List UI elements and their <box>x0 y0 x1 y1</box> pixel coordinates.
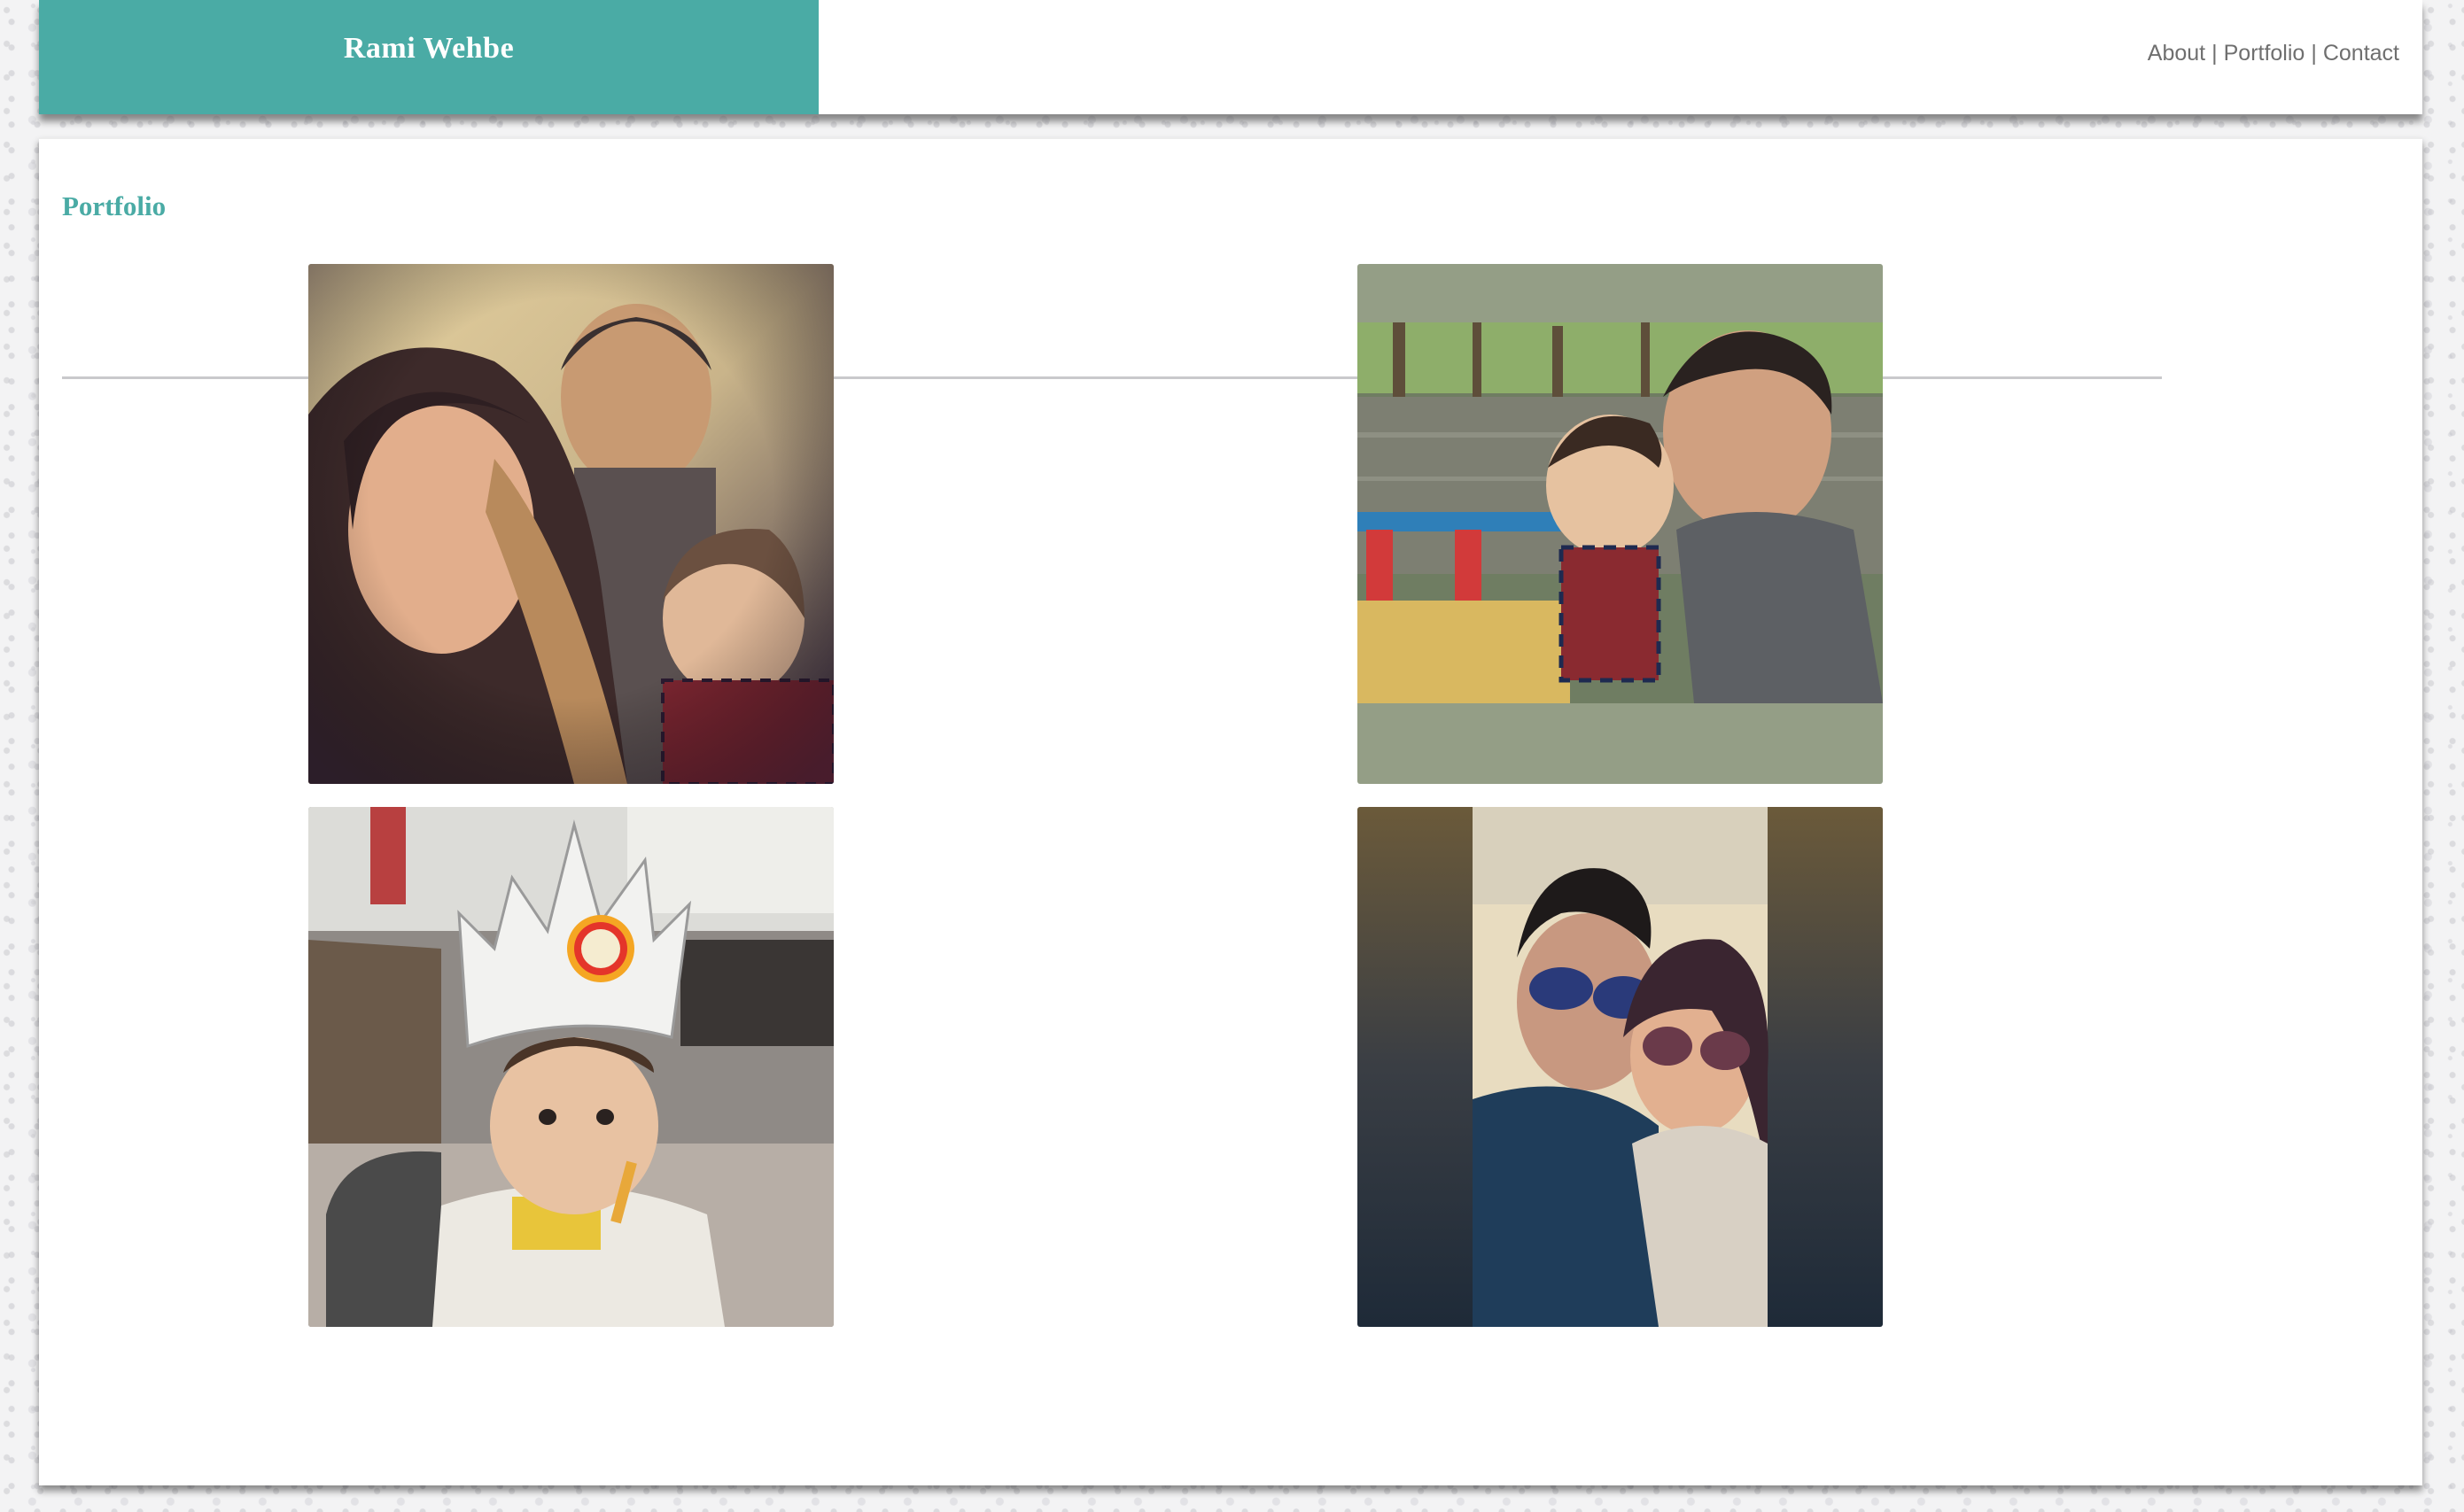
photo-crown-baby-image <box>308 807 834 1327</box>
nav-separator: | <box>2311 41 2317 66</box>
brand-banner: Rami Wehbe <box>39 0 819 114</box>
nav-link-about[interactable]: About <box>2148 41 2205 66</box>
portfolio-photo-couple-car[interactable] <box>1357 807 1883 1327</box>
site-title[interactable]: Rami Wehbe <box>344 32 514 66</box>
page-title: Portfolio <box>62 190 167 221</box>
nav-link-contact[interactable]: Contact <box>2323 41 2399 66</box>
photo-family-selfie-image <box>308 264 834 784</box>
nav-separator: | <box>2211 41 2218 66</box>
nav-link-portfolio[interactable]: Portfolio <box>2224 41 2305 66</box>
photo-couple-car-image <box>1357 807 1883 1327</box>
portfolio-photo-crown-baby[interactable] <box>308 807 834 1327</box>
portfolio-photo-family-selfie[interactable] <box>308 264 834 784</box>
top-navigation: About | Portfolio | Contact <box>2148 41 2399 66</box>
photo-boat-image <box>1357 264 1883 784</box>
site-header: Rami Wehbe About | Portfolio | Contact <box>39 0 2422 114</box>
portfolio-photo-boat[interactable] <box>1357 264 1883 784</box>
